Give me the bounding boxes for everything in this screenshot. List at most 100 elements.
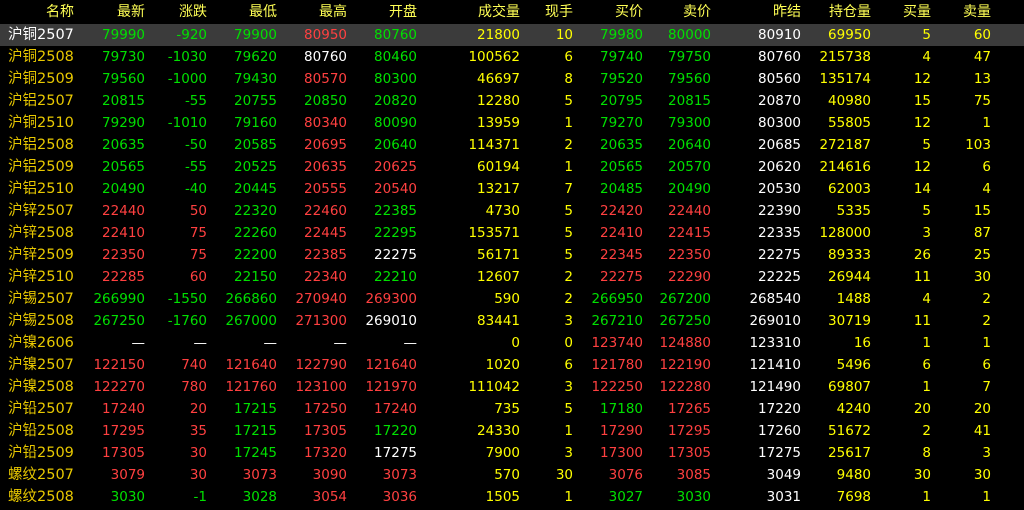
header-current-hand[interactable]: 现手 [530,0,573,24]
quote-row[interactable]: 沪铅2508 17295 35 17215 17305 17220 24330 1 17290 1… [0,420,1024,442]
header-open[interactable]: 开盘 [352,0,417,24]
quote-row[interactable]: 沪锌2509 22350 75 22200 22385 22275 56171 5 22345 2… [0,244,1024,266]
quote-row[interactable]: 沪铅2509 17305 30 17245 17320 17275 7900 3 17300 17… [0,442,1024,464]
cell-current-hand: 7 [564,181,573,197]
quote-row[interactable]: 沪锡2507 266990 -1550 266860 270940 269300 590 2 2… [0,288,1024,310]
quote-row[interactable]: 螺纹2508 3030 -1 3028 3054 3036 1505 1 3027 3030 303… [0,486,1024,508]
cell-bid: 20485 [600,181,643,197]
cell-prev-settle: 80300 [758,115,801,131]
cell-open: 3073 [382,467,417,483]
cell-last: 17305 [102,445,145,461]
quote-row[interactable]: 螺纹2507 3079 30 3073 3090 3073 570 30 3076 3085 304… [0,464,1024,486]
quote-row[interactable]: 沪镍2508 122270 780 121760 123100 121970 111042 3… [0,376,1024,398]
cell-ask-volume: 15 [973,203,991,219]
quote-row[interactable]: 沪铜2509 79560 -1000 79430 80570 80300 46697 8 795… [0,68,1024,90]
header-high[interactable]: 最高 [282,0,347,24]
header-last[interactable]: 最新 [90,0,145,24]
cell-ask-volume: 1 [982,489,991,505]
cell-last: 22350 [102,247,145,263]
cell-prev-settle: 269010 [749,313,801,329]
cell-current-hand: 30 [555,467,573,483]
cell-high: 20635 [304,159,347,175]
quote-row[interactable]: 沪铝2508 20635 -50 20585 20695 20640 114371 2 2063… [0,134,1024,156]
cell-current-hand: 1 [564,159,573,175]
cell-low: 17215 [234,401,277,417]
cell-prev-settle: 17275 [758,445,801,461]
header-open-interest[interactable]: 持仓量 [806,0,871,24]
cell-change: 75 [189,247,207,263]
cell-high: 17305 [304,423,347,439]
cell-low: 22150 [234,269,277,285]
cell-ask: 3030 [676,489,711,505]
cell-high: 20695 [304,137,347,153]
quote-row[interactable]: 沪锡2508 267250 -1760 267000 271300 269010 83441… [0,310,1024,332]
cell-high: 80950 [304,27,347,43]
quote-row[interactable]: 沪铝2510 20490 -40 20445 20555 20540 13217 7 20485… [0,178,1024,200]
quote-row[interactable]: 沪铅2507 17240 20 17215 17250 17240 735 5 17180 172… [0,398,1024,420]
cell-open-interest: 4240 [836,401,871,417]
header-ask-volume[interactable]: 卖量 [936,0,991,24]
cell-high: 17250 [304,401,347,417]
cell-ask-volume: 7 [982,379,991,395]
quote-row[interactable]: 沪铜2510 79290 -1010 79160 80340 80090 13959 1 792… [0,112,1024,134]
cell-low: 79430 [234,71,277,87]
cell-ask-volume: 103 [965,137,991,153]
cell-ask: 22440 [668,203,711,219]
header-volume[interactable]: 成交量 [440,0,520,24]
quote-row[interactable]: 沪铝2507 20815 -55 20755 20850 20820 12280 5 20795… [0,90,1024,112]
cell-name: 沪铝2510 [8,181,74,197]
cell-last: 20490 [102,181,145,197]
cell-ask: 17265 [668,401,711,417]
cell-volume: 60194 [477,159,520,175]
cell-change: -920 [176,27,207,43]
quote-row[interactable]: 沪锌2507 22440 50 22320 22460 22385 4730 5 22420 22… [0,200,1024,222]
cell-ask: 122280 [659,379,711,395]
quote-row[interactable]: 沪铜2507 79990 -920 79900 80950 80760 21800 10 799… [0,24,1024,46]
cell-volume: 21800 [477,27,520,43]
quote-row[interactable]: 沪镍2606 — — — — — 0 0 123740 124880 123310 16 1 1 [0,332,1024,354]
cell-ask: 17295 [668,423,711,439]
quote-row[interactable]: 沪镍2507 122150 740 121640 122790 121640 1020 6 12… [0,354,1024,376]
header-bid[interactable]: 买价 [578,0,643,24]
quote-row[interactable]: 沪锌2510 22285 60 22150 22340 22210 12607 2 22275 2… [0,266,1024,288]
cell-open-interest: 69950 [828,27,871,43]
cell-change: -1030 [167,49,207,65]
cell-ask-volume: 20 [973,401,991,417]
cell-bid-volume: 2 [922,423,931,439]
cell-bid: 79520 [600,71,643,87]
cell-open: 3036 [382,489,417,505]
cell-volume: 153571 [468,225,520,241]
column-header-row: 名称 最新 涨跌 最低 最高 开盘 成交量 现手 买价 卖价 昨结 持仓量 买量 卖量 [0,0,1024,24]
cell-open-interest: 51672 [828,423,871,439]
header-change[interactable]: 涨跌 [150,0,207,24]
header-low[interactable]: 最低 [212,0,277,24]
cell-change: 35 [189,423,207,439]
cell-name: 沪锌2508 [8,225,74,241]
quote-row[interactable]: 沪铜2508 79730 -1030 79620 80760 80460 100562 6 79… [0,46,1024,68]
cell-prev-settle: 80560 [758,71,801,87]
cell-prev-settle: 123310 [749,335,801,351]
cell-volume: 735 [494,401,520,417]
cell-current-hand: 2 [564,137,573,153]
cell-low: 17215 [234,423,277,439]
cell-current-hand: 5 [564,93,573,109]
header-name[interactable]: 名称 [38,0,82,24]
cell-bid: 79980 [600,27,643,43]
quote-row[interactable]: 沪锌2508 22410 75 22260 22445 22295 153571 5 22410… [0,222,1024,244]
header-bid-volume[interactable]: 买量 [876,0,931,24]
cell-change: -1010 [167,115,207,131]
cell-bid-volume: 14 [913,181,931,197]
cell-open-interest: 1488 [836,291,871,307]
cell-last: 20815 [102,93,145,109]
cell-name: 沪锌2509 [8,247,74,263]
cell-last: 17295 [102,423,145,439]
header-prev-settle[interactable]: 昨结 [730,0,801,24]
quote-row[interactable]: 沪铝2509 20565 -55 20525 20635 20625 60194 1 20565… [0,156,1024,178]
cell-high: 22385 [304,247,347,263]
cell-bid: 121780 [591,357,643,373]
header-ask[interactable]: 卖价 [648,0,711,24]
cell-open: 22295 [374,225,417,241]
cell-current-hand: 1 [564,115,573,131]
cell-ask: 22415 [668,225,711,241]
cell-low: 79900 [234,27,277,43]
